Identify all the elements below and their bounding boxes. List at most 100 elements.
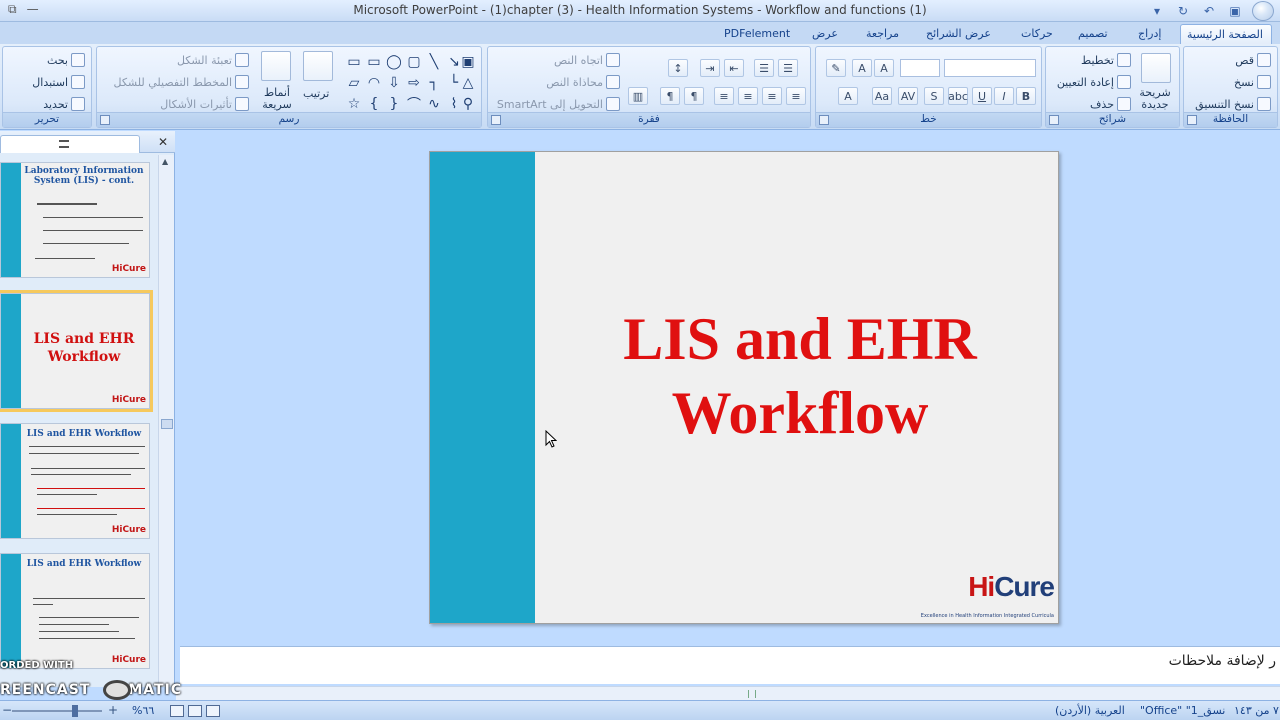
slides-panel-scrollbar[interactable]: ▲ bbox=[158, 155, 174, 685]
grow-font-icon[interactable]: A bbox=[874, 59, 894, 77]
delete-slide-button[interactable]: حذف bbox=[1090, 97, 1131, 111]
down-arrow-shape-icon[interactable]: ⇩ bbox=[385, 74, 403, 92]
zoom-slider-track[interactable] bbox=[12, 710, 102, 712]
zoom-out-icon[interactable]: − bbox=[2, 703, 12, 717]
decrease-indent-icon[interactable]: ⇤ bbox=[724, 59, 744, 77]
office-button[interactable] bbox=[1252, 1, 1274, 21]
zoom-slider-thumb[interactable] bbox=[72, 705, 78, 717]
textbox-shape-icon[interactable]: ▭ bbox=[345, 53, 363, 71]
freeform-shape-icon[interactable]: ▱ bbox=[345, 74, 363, 92]
roundrect-shape-icon[interactable]: ▢ bbox=[405, 53, 423, 71]
arrange-icon[interactable] bbox=[303, 51, 333, 81]
clear-format-icon[interactable]: ✎ bbox=[826, 59, 846, 77]
select-button[interactable]: تحديد bbox=[43, 97, 85, 111]
align-right-icon[interactable]: ≡ bbox=[738, 87, 758, 105]
reset-button[interactable]: إعادة التعيين bbox=[1057, 75, 1131, 89]
slide-thumbnail[interactable]: Laboratory Information System (LIS) - co… bbox=[0, 162, 150, 278]
strikethrough-icon[interactable]: abc bbox=[948, 87, 968, 105]
tab-view[interactable]: عرض bbox=[806, 24, 844, 44]
replace-button[interactable]: استبدال bbox=[32, 75, 85, 89]
zoom-in-icon[interactable]: + bbox=[108, 703, 118, 717]
cut-button[interactable]: قص bbox=[1235, 53, 1271, 67]
justify-icon[interactable]: ≡ bbox=[714, 87, 734, 105]
numbering-icon[interactable]: ☰ bbox=[754, 59, 774, 77]
image-shape-icon[interactable]: ▣ bbox=[459, 53, 477, 71]
shrink-font-icon[interactable]: A bbox=[852, 59, 872, 77]
new-slide-button[interactable]: شريحة جديدة bbox=[1135, 87, 1175, 111]
star-shape-icon[interactable]: ☆ bbox=[345, 95, 363, 113]
drawing-launcher-icon[interactable] bbox=[100, 115, 110, 125]
redo-icon[interactable]: ↻ bbox=[1174, 2, 1192, 20]
outline-tab[interactable] bbox=[0, 135, 140, 153]
change-case-icon[interactable]: Aa bbox=[872, 87, 892, 105]
curve-shape-icon[interactable]: ⌒ bbox=[405, 95, 423, 113]
fit-slide-icon[interactable] bbox=[170, 705, 184, 717]
font-size-combo[interactable] bbox=[900, 59, 940, 77]
slide-thumbnail[interactable]: LIS and EHR Workflow HiCure bbox=[0, 553, 150, 669]
format-painter-button[interactable]: نسخ التنسيق bbox=[1195, 97, 1271, 111]
tab-insert[interactable]: إدراج bbox=[1132, 24, 1167, 44]
scroll-up-icon[interactable]: ▲ bbox=[162, 157, 168, 166]
arrange-button[interactable]: ترتيب bbox=[303, 87, 329, 100]
shadow-icon[interactable]: S bbox=[924, 87, 944, 105]
current-slide[interactable]: LIS and EHR Workflow HiCure Excellence i… bbox=[429, 151, 1059, 624]
font-launcher-icon[interactable] bbox=[819, 115, 829, 125]
horizontal-scrollbar[interactable] bbox=[176, 686, 1280, 700]
find-button[interactable]: بحث bbox=[47, 53, 85, 67]
rtl-icon[interactable]: ¶ bbox=[684, 87, 704, 105]
tab-home[interactable]: الصفحة الرئيسية bbox=[1180, 24, 1272, 44]
normal-view-icon[interactable] bbox=[206, 705, 220, 717]
tab-review[interactable]: مراجعة bbox=[860, 24, 905, 44]
triangle-shape-icon[interactable]: △ bbox=[459, 74, 477, 92]
italic-icon[interactable]: I bbox=[994, 87, 1014, 105]
align-left-icon[interactable]: ≡ bbox=[786, 87, 806, 105]
tab-slideshow[interactable]: عرض الشرائح bbox=[920, 24, 997, 44]
qat-dropdown-icon[interactable]: ▾ bbox=[1148, 2, 1166, 20]
scroll-thumb[interactable] bbox=[161, 419, 173, 429]
shape-effects-button[interactable]: تأثيرات الأشكال bbox=[160, 97, 249, 111]
shape-fill-button[interactable]: تعبئة الشكل bbox=[177, 53, 249, 67]
right-arrow-shape-icon[interactable]: ⇨ bbox=[405, 74, 423, 92]
smartart-button[interactable]: التحويل إلى SmartArt bbox=[497, 97, 620, 111]
close-panel-icon[interactable]: ✕ bbox=[158, 135, 168, 149]
copy-button[interactable]: نسخ bbox=[1234, 75, 1271, 89]
slide-title[interactable]: LIS and EHR Workflow bbox=[570, 302, 1030, 450]
wave-shape-icon[interactable]: ∿ bbox=[425, 95, 443, 113]
columns-icon[interactable]: ▥ bbox=[628, 87, 648, 105]
align-text-button[interactable]: محاذاة النص bbox=[546, 75, 620, 89]
elbow-shape-icon[interactable]: ┐ bbox=[425, 74, 443, 92]
tab-animations[interactable]: حركات bbox=[1015, 24, 1059, 44]
tab-design[interactable]: تصميم bbox=[1072, 24, 1114, 44]
increase-indent-icon[interactable]: ⇥ bbox=[700, 59, 720, 77]
brace-right-shape-icon[interactable]: } bbox=[385, 95, 403, 113]
misc-shape-icon[interactable]: ⚲ bbox=[459, 95, 477, 113]
bold-icon[interactable]: B bbox=[1016, 87, 1036, 105]
font-color-icon[interactable]: A bbox=[838, 87, 858, 105]
notes-pane[interactable]: ر لإضافة ملاحظات bbox=[180, 646, 1280, 684]
quick-styles-button[interactable]: أنماط سريعة bbox=[257, 87, 297, 111]
quick-styles-icon[interactable] bbox=[261, 51, 291, 81]
new-slide-icon[interactable] bbox=[1141, 53, 1171, 83]
slide-thumbnail[interactable]: LIS and EHR Workflow HiCure bbox=[0, 423, 150, 539]
oval-shape-icon[interactable]: ◯ bbox=[385, 53, 403, 71]
brace-left-shape-icon[interactable]: { bbox=[365, 95, 383, 113]
line-spacing-icon[interactable]: ↕ bbox=[668, 59, 688, 77]
line-shape-icon[interactable]: ╲ bbox=[425, 53, 443, 71]
font-name-combo[interactable] bbox=[944, 59, 1036, 77]
char-spacing-icon[interactable]: AV bbox=[898, 87, 918, 105]
clipboard-launcher-icon[interactable] bbox=[1187, 115, 1197, 125]
zoom-level[interactable]: %٦٦ bbox=[132, 704, 154, 717]
undo-icon[interactable]: ↶ bbox=[1200, 2, 1218, 20]
save-icon[interactable]: ▣ bbox=[1226, 2, 1244, 20]
arc-shape-icon[interactable]: ◠ bbox=[365, 74, 383, 92]
tab-pdfelement[interactable]: PDFelement bbox=[718, 24, 796, 44]
shape-outline-button[interactable]: المخطط التفصيلي للشكل bbox=[114, 75, 249, 89]
scroll-grip-icon[interactable] bbox=[748, 690, 756, 698]
rect-shape-icon[interactable]: ▭ bbox=[365, 53, 383, 71]
ltr-icon[interactable]: ¶ bbox=[660, 87, 680, 105]
paragraph-launcher-icon[interactable] bbox=[491, 115, 501, 125]
align-center-icon[interactable]: ≡ bbox=[762, 87, 782, 105]
slides-launcher-icon[interactable] bbox=[1049, 115, 1059, 125]
bullets-icon[interactable]: ☰ bbox=[778, 59, 798, 77]
underline-icon[interactable]: U bbox=[972, 87, 992, 105]
